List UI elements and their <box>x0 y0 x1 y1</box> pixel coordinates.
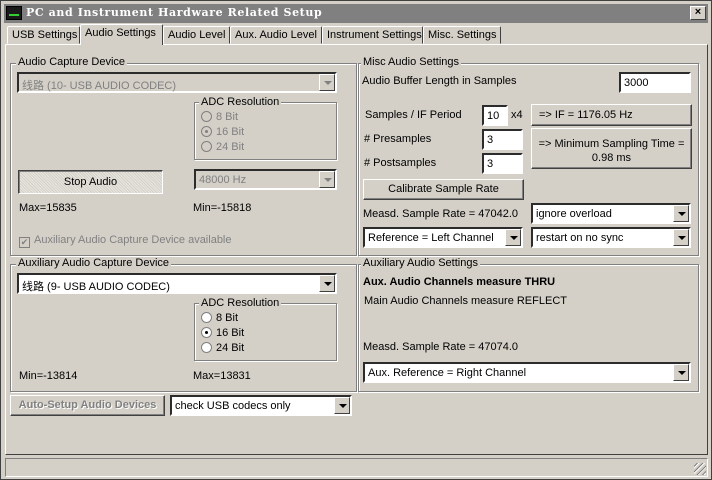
chevron-down-icon[interactable] <box>319 275 335 292</box>
buffer-length-label: Audio Buffer Length in Samples <box>362 75 517 87</box>
aux-device-select[interactable]: 线路 (9- USB AUDIO CODEC) <box>17 273 337 294</box>
sample-rate-value: 48000 Hz <box>199 174 247 186</box>
samples-if-period-value: 10 <box>487 110 500 122</box>
buffer-length-value: 3000 <box>624 77 649 89</box>
aux-adc-16bit-label: 16 Bit <box>216 327 245 339</box>
aux-measd-sample-rate: Measd. Sample Rate = 47074.0 <box>363 341 519 353</box>
postsamples-label: # Postsamples <box>364 157 437 169</box>
misc-audio-legend: Misc Audio Settings <box>361 56 461 68</box>
aux-settings-legend: Auxiliary Audio Settings <box>361 257 480 269</box>
chevron-down-icon[interactable] <box>319 74 335 91</box>
sync-value: restart on no sync <box>536 232 624 244</box>
chevron-down-icon[interactable] <box>673 205 689 222</box>
status-bar <box>5 458 708 477</box>
adc-resolution-legend: ADC Resolution <box>199 96 282 108</box>
app-icon <box>6 6 22 20</box>
usb-check-value: check USB codecs only <box>175 400 291 412</box>
radio-selected-icon <box>201 327 212 338</box>
aux-adc-24bit-radio[interactable]: 24 Bit <box>201 342 244 354</box>
capture-max-value: Max=15835 <box>19 202 77 214</box>
samples-if-period-input[interactable]: 10 <box>482 105 508 126</box>
tab-instrument-settings[interactable]: Instrument Settings <box>322 26 423 44</box>
adc-16bit-radio[interactable]: 16 Bit <box>201 126 244 138</box>
tab-audio-settings[interactable]: Audio Settings <box>80 24 163 45</box>
resize-grip-icon[interactable] <box>694 463 706 475</box>
min-sampling-line1: => Minimum Sampling Time = <box>538 138 685 150</box>
buffer-length-input[interactable]: 3000 <box>619 72 691 93</box>
adc-16bit-label: 16 Bit <box>216 126 245 138</box>
postsamples-value: 3 <box>487 158 494 170</box>
overload-select[interactable]: ignore overload <box>531 203 691 224</box>
samples-if-period-label: Samples / IF Period <box>365 109 462 121</box>
capture-device-value: 线路 (10- USB AUDIO CODEC) <box>22 80 177 92</box>
sync-select[interactable]: restart on no sync <box>531 227 691 248</box>
measd-sample-rate: Measd. Sample Rate = 47042.0 <box>363 208 519 220</box>
radio-icon <box>201 141 212 152</box>
aux-min-value: Min=-13814 <box>19 370 78 382</box>
tab-misc-settings[interactable]: Misc. Settings <box>423 26 501 44</box>
close-button[interactable]: × <box>690 6 706 20</box>
presamples-input[interactable]: 3 <box>482 129 523 150</box>
aux-adc-8bit-label: 8 Bit <box>216 312 239 324</box>
window-title: PC and Instrument Hardware Related Setup <box>26 6 323 19</box>
aux-max-value: Max=13831 <box>193 370 251 382</box>
aux-available-checkbox[interactable]: ✔ Auxiliary Audio Capture Device availabl… <box>19 234 232 248</box>
aux-channels-thru: Aux. Audio Channels measure THRU <box>363 276 556 288</box>
tab-aux-audio-level[interactable]: Aux. Audio Level <box>230 26 322 44</box>
stop-audio-button[interactable]: Stop Audio <box>18 170 163 194</box>
samples-if-suffix: x4 <box>511 109 523 121</box>
adc-24bit-label: 24 Bit <box>216 141 245 153</box>
adc-8bit-radio[interactable]: 8 Bit <box>201 111 238 123</box>
reference-select[interactable]: Reference = Left Channel <box>363 227 523 248</box>
title-bar[interactable]: PC and Instrument Hardware Related Setup… <box>4 4 708 23</box>
main-channels-reflect: Main Audio Channels measure REFLECT <box>364 295 567 307</box>
setup-window: PC and Instrument Hardware Related Setup… <box>0 0 712 480</box>
aux-device-value: 线路 (9- USB AUDIO CODEC) <box>22 281 170 293</box>
min-sampling-line2: 0.98 ms <box>591 152 632 164</box>
chevron-down-icon[interactable] <box>505 229 521 246</box>
radio-selected-icon <box>201 126 212 137</box>
aux-adc-24bit-label: 24 Bit <box>216 342 245 354</box>
capture-device-select[interactable]: 线路 (10- USB AUDIO CODEC) <box>17 72 337 93</box>
aux-reference-select[interactable]: Aux. Reference = Right Channel <box>363 362 691 383</box>
aux-adc-16bit-radio[interactable]: 16 Bit <box>201 327 244 339</box>
reference-value: Reference = Left Channel <box>368 232 494 244</box>
usb-check-select[interactable]: check USB codecs only <box>170 395 352 416</box>
aux-available-label: Auxiliary Audio Capture Device available <box>34 234 232 246</box>
adc-8bit-label: 8 Bit <box>216 111 239 123</box>
chevron-down-icon[interactable] <box>319 171 335 188</box>
if-readout-button[interactable]: => IF = 1176.05 Hz <box>531 104 692 126</box>
radio-icon <box>201 312 212 323</box>
adc-24bit-radio[interactable]: 24 Bit <box>201 141 244 153</box>
tab-usb-settings[interactable]: USB Settings <box>7 26 80 44</box>
overload-value: ignore overload <box>536 208 612 220</box>
chevron-down-icon[interactable] <box>673 229 689 246</box>
audio-capture-legend: Audio Capture Device <box>16 56 128 68</box>
radio-icon <box>201 342 212 353</box>
tab-audio-level[interactable]: Audio Level <box>163 26 230 44</box>
checkmark-icon: ✔ <box>19 237 30 248</box>
min-sampling-time-button[interactable]: => Minimum Sampling Time = 0.98 ms <box>531 128 692 169</box>
radio-icon <box>201 111 212 122</box>
aux-adc-8bit-radio[interactable]: 8 Bit <box>201 312 238 324</box>
sample-rate-select[interactable]: 48000 Hz <box>194 169 337 190</box>
aux-capture-legend: Auxiliary Audio Capture Device <box>16 257 172 269</box>
auto-setup-audio-button[interactable]: Auto-Setup Audio Devices <box>10 395 165 416</box>
chevron-down-icon[interactable] <box>334 397 350 414</box>
calibrate-sample-rate-button[interactable]: Calibrate Sample Rate <box>363 179 524 200</box>
postsamples-input[interactable]: 3 <box>482 153 523 174</box>
presamples-label: # Presamples <box>364 133 432 145</box>
aux-reference-value: Aux. Reference = Right Channel <box>368 367 527 379</box>
aux-adc-resolution-legend: ADC Resolution <box>199 297 282 309</box>
chevron-down-icon[interactable] <box>673 364 689 381</box>
capture-min-value: Min=-15818 <box>193 202 252 214</box>
presamples-value: 3 <box>487 134 494 146</box>
